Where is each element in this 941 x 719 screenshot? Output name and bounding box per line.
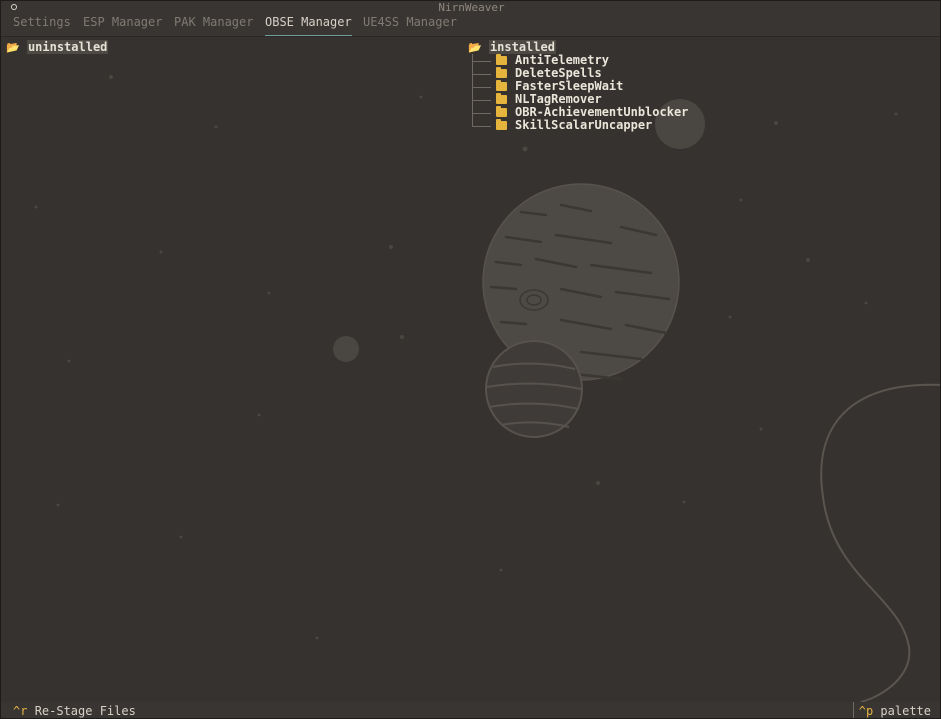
app-window: NirnWeaver Settings ESP Manager PAK Mana… — [0, 0, 941, 719]
open-folder-icon: 📂 — [468, 41, 482, 54]
title-bar: NirnWeaver — [1, 1, 940, 14]
window-title: NirnWeaver — [438, 1, 505, 14]
tree-branch — [472, 80, 491, 88]
restage-key: ^r — [13, 704, 28, 718]
palette-binding[interactable]: ^p palette — [852, 702, 931, 718]
tab-ue4ss-manager[interactable]: UE4SS Manager — [363, 14, 457, 35]
tree-guide-line — [472, 54, 473, 127]
installed-item-label: AntiTelemetry — [515, 53, 609, 67]
palette-key: ^p — [858, 704, 874, 718]
installed-item-label: SkillScalarUncapper — [515, 118, 653, 132]
palette-label: palette — [880, 704, 931, 718]
folder-icon — [496, 67, 507, 78]
restage-files-binding[interactable]: ^r Re-Stage Files — [13, 702, 136, 718]
tab-bar: Settings ESP Manager PAK Manager OBSE Ma… — [1, 14, 940, 37]
folder-icon — [496, 93, 507, 104]
tab-pak-manager[interactable]: PAK Manager — [174, 14, 253, 35]
installed-item-label: NLTagRemover — [515, 92, 602, 106]
tab-settings[interactable]: Settings — [13, 14, 71, 35]
installed-label: installed — [488, 40, 556, 54]
tab-esp-manager[interactable]: ESP Manager — [83, 14, 162, 35]
window-menu-icon[interactable] — [11, 4, 17, 10]
uninstalled-tree-root[interactable]: 📂 uninstalled — [6, 40, 109, 54]
installed-item-label: FasterSleepWait — [515, 79, 624, 93]
tab-obse-manager[interactable]: OBSE Manager — [265, 14, 352, 37]
folder-icon — [496, 54, 507, 65]
small-planet — [485, 340, 583, 438]
tree-branch — [472, 54, 491, 62]
obse-manager-pane: 📂 uninstalled 📂 installed AntiTelemetry … — [1, 37, 940, 702]
installed-item-label: OBR-AchievementUnblocker — [515, 105, 689, 119]
footer-bar: ^r Re-Stage Files ^p palette — [1, 702, 940, 718]
tree-branch — [472, 67, 491, 75]
folder-icon — [496, 119, 507, 130]
folder-icon — [496, 80, 507, 91]
installed-item-label: DeleteSpells — [515, 66, 602, 80]
tree-branch — [472, 106, 491, 114]
space-background-illustration — [34, 75, 940, 702]
open-folder-icon: 📂 — [6, 41, 20, 54]
restage-label: Re-Stage Files — [34, 704, 136, 718]
uninstalled-label: uninstalled — [26, 40, 109, 54]
tree-branch — [472, 93, 491, 101]
installed-item[interactable]: SkillScalarUncapper — [496, 119, 652, 132]
folder-icon — [496, 106, 507, 117]
tree-branch — [472, 119, 491, 127]
